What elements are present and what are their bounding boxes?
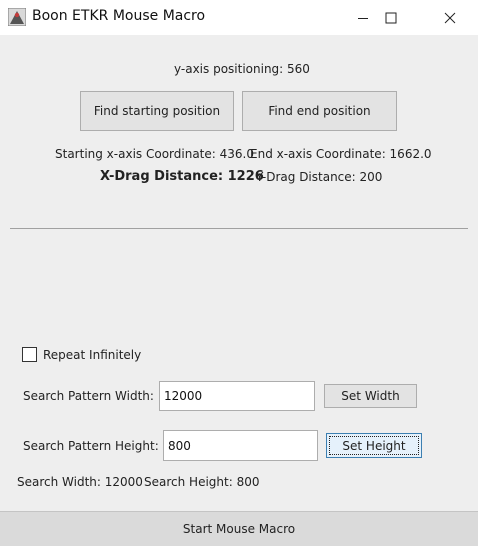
close-button[interactable]: [427, 0, 473, 35]
separator: [10, 228, 468, 229]
maximize-button[interactable]: [368, 0, 414, 35]
height-input[interactable]: 800: [163, 430, 318, 461]
set-height-button[interactable]: Set Height: [326, 433, 422, 458]
search-height-status: Search Height: 800: [144, 475, 260, 489]
start-macro-button[interactable]: Start Mouse Macro: [0, 511, 478, 546]
title-bar[interactable]: Boon ETKR Mouse Macro: [0, 0, 478, 35]
maximize-icon: [385, 12, 397, 23]
set-width-button[interactable]: Set Width: [324, 384, 417, 408]
repeat-label: Repeat Infinitely: [43, 348, 142, 362]
find-start-button[interactable]: Find starting position: [80, 91, 234, 131]
find-end-button[interactable]: Find end position: [242, 91, 397, 131]
close-icon: [444, 12, 456, 23]
width-input[interactable]: 12000: [159, 381, 315, 411]
height-label: Search Pattern Height:: [23, 439, 159, 453]
width-label: Search Pattern Width:: [23, 389, 154, 403]
end-x-label: End x-axis Coordinate: 1662.0: [250, 147, 432, 161]
app-icon: [8, 8, 26, 26]
width-input-value: 12000: [164, 389, 203, 403]
y-drag-label: Y-Drag Distance: 200: [256, 170, 383, 184]
x-drag-label: X-Drag Distance: 1226: [100, 169, 264, 184]
repeat-checkbox[interactable]: [22, 347, 37, 362]
search-width-status: Search Width: 12000: [17, 475, 143, 489]
start-x-label: Starting x-axis Coordinate: 436.0: [55, 147, 254, 161]
window-title: Boon ETKR Mouse Macro: [32, 8, 206, 24]
y-axis-label: y-axis positioning: 560: [174, 62, 310, 76]
height-input-value: 800: [168, 438, 191, 453]
